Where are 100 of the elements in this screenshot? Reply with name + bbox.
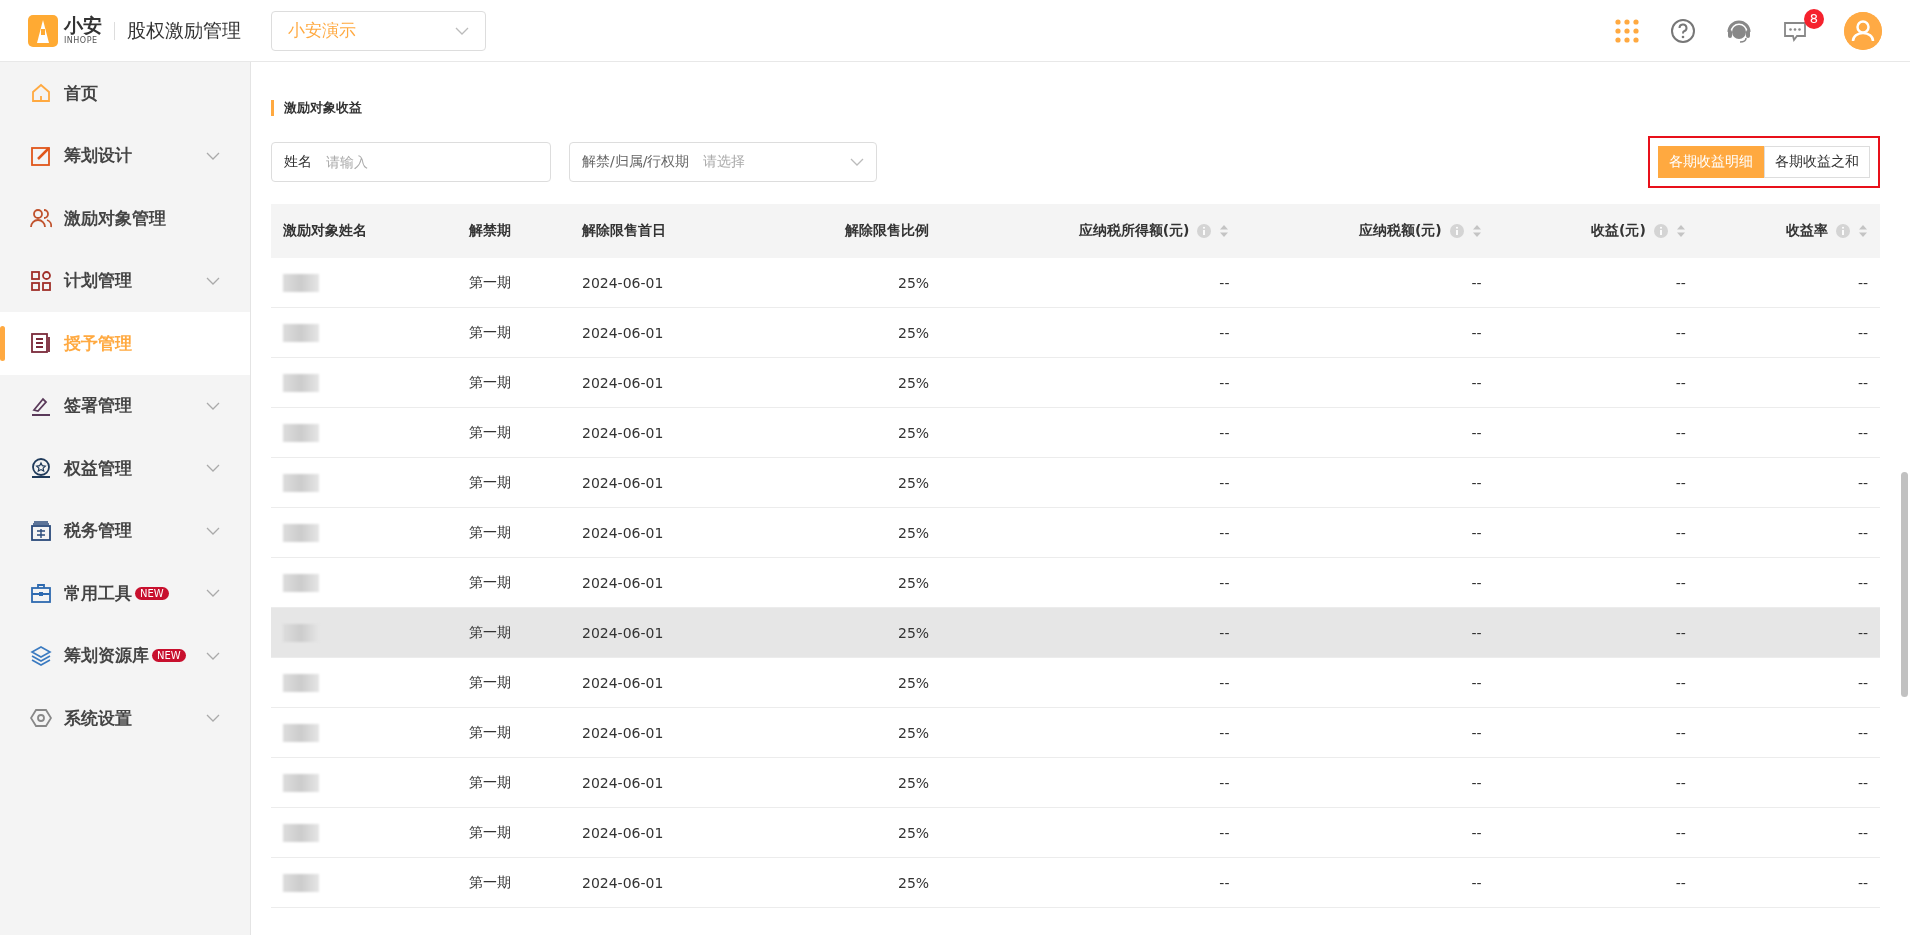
table-cell: 第一期 xyxy=(456,407,570,458)
sidebar-item[interactable]: 激励对象管理 xyxy=(0,187,250,250)
sort-icon[interactable] xyxy=(1858,224,1868,238)
table-cell: -- xyxy=(1241,457,1494,508)
table-cell: -- xyxy=(1493,757,1698,808)
table-cell: 2024-06-01 xyxy=(569,457,756,508)
column-header: 解除限售比例 xyxy=(845,222,930,240)
table-cell: 2024-06-01 xyxy=(569,307,756,358)
column-header: 解禁期 xyxy=(468,222,511,240)
table-cell: -- xyxy=(1493,857,1698,908)
logo-subtext: INHOPE xyxy=(64,37,98,45)
table-cell: -- xyxy=(1241,607,1494,658)
table-row[interactable]: 第一期 2024-06-01 25% -- -- -- -- xyxy=(271,707,1880,758)
table-row[interactable]: 第一期 2024-06-01 25% -- -- -- -- xyxy=(271,357,1880,408)
table-cell: 25% xyxy=(755,457,942,508)
table-cell: 第一期 xyxy=(456,557,570,608)
view-toggle-button[interactable]: 各期收益之和 xyxy=(1764,146,1870,178)
table-row[interactable]: 第一期 2024-06-01 25% -- -- -- -- xyxy=(271,757,1880,808)
table-cell: 25% xyxy=(755,707,942,758)
table-cell: -- xyxy=(1697,857,1880,908)
table-cell: -- xyxy=(941,407,1242,458)
table-cell: 2024-06-01 xyxy=(569,607,756,658)
toolbox-icon xyxy=(30,582,52,605)
sidebar-item[interactable]: 筹划资源库 NEW xyxy=(0,624,250,687)
table-row[interactable]: 第一期 2024-06-01 25% -- -- -- -- xyxy=(271,607,1880,658)
table-cell: -- xyxy=(1241,657,1494,708)
help-icon[interactable] xyxy=(1670,17,1696,44)
table-row[interactable]: 第一期 2024-06-01 25% -- -- -- -- xyxy=(271,307,1880,358)
redacted-name xyxy=(283,873,319,892)
table-cell: -- xyxy=(1697,807,1880,858)
table-cell: 25% xyxy=(755,258,942,308)
table-row[interactable]: 第一期 2024-06-01 25% -- -- -- -- xyxy=(271,407,1880,458)
table-cell: 2024-06-01 xyxy=(569,857,756,908)
sidebar-item[interactable]: 系统设置 xyxy=(0,687,250,750)
sidebar-item[interactable]: 首页 xyxy=(0,62,250,125)
column-header: 应纳税额(元) xyxy=(1358,222,1442,240)
name-search-field[interactable]: 姓名 请输入 xyxy=(271,142,551,182)
table-cell: -- xyxy=(1241,557,1494,608)
redacted-name xyxy=(283,423,319,442)
sort-icon[interactable] xyxy=(1219,224,1230,238)
sort-icon[interactable] xyxy=(1471,224,1482,238)
table-row[interactable]: 第一期 2024-06-01 25% -- -- -- -- xyxy=(271,557,1880,608)
apps-grid-icon[interactable] xyxy=(1614,17,1640,44)
table-row[interactable]: 第一期 2024-06-01 25% -- -- -- -- xyxy=(271,857,1880,908)
table-cell: -- xyxy=(1241,707,1494,758)
redacted-name xyxy=(283,523,319,542)
table-cell: -- xyxy=(941,557,1242,608)
medal-icon xyxy=(30,457,52,480)
table-cell: -- xyxy=(1697,457,1880,508)
logo-icon xyxy=(28,14,58,47)
tax-box-icon xyxy=(30,519,52,542)
table-row[interactable]: 第一期 2024-06-01 25% -- -- -- -- xyxy=(271,457,1880,508)
info-icon xyxy=(1653,224,1668,238)
table-cell: 2024-06-01 xyxy=(569,807,756,858)
column-header: 激励对象姓名 xyxy=(283,222,367,240)
document-icon xyxy=(30,332,52,355)
sidebar-item[interactable]: 筹划设计 xyxy=(0,124,250,187)
redacted-name xyxy=(283,373,319,392)
table-cell: -- xyxy=(1493,707,1698,758)
info-icon xyxy=(1197,224,1212,238)
sidebar-item[interactable]: 签署管理 xyxy=(0,374,250,437)
table-cell: 2024-06-01 xyxy=(569,757,756,808)
table-cell: 2024-06-01 xyxy=(569,258,756,308)
table-cell: 25% xyxy=(755,657,942,708)
table-row[interactable]: 第一期 2024-06-01 25% -- -- -- -- xyxy=(271,807,1880,858)
section-title: 激励对象收益 xyxy=(271,100,1880,116)
table-cell: 2024-06-01 xyxy=(569,357,756,408)
sidebar-item[interactable]: 计划管理 xyxy=(0,249,250,312)
table-cell: -- xyxy=(1697,657,1880,708)
sidebar-item[interactable]: 税务管理 xyxy=(0,499,250,562)
settings-icon xyxy=(30,707,52,730)
redacted-name xyxy=(283,723,319,742)
table-cell: 25% xyxy=(755,607,942,658)
table-row[interactable]: 第一期 2024-06-01 25% -- -- -- -- xyxy=(271,258,1880,308)
table-cell: -- xyxy=(941,707,1242,758)
scrollbar-thumb[interactable] xyxy=(1901,472,1908,697)
layers-icon xyxy=(30,644,52,667)
chevron-down-icon xyxy=(850,158,864,166)
table-cell: -- xyxy=(1697,757,1880,808)
table-row[interactable]: 第一期 2024-06-01 25% -- -- -- -- xyxy=(271,507,1880,558)
table-cell: -- xyxy=(941,258,1242,308)
table-row[interactable]: 第一期 2024-06-01 25% -- -- -- -- xyxy=(271,657,1880,708)
table-cell: -- xyxy=(1697,307,1880,358)
user-avatar-icon[interactable] xyxy=(1844,11,1882,50)
table-cell: 25% xyxy=(755,357,942,408)
table-cell: 2024-06-01 xyxy=(569,407,756,458)
sort-icon[interactable] xyxy=(1675,224,1686,238)
sidebar-item[interactable]: 常用工具 NEW xyxy=(0,562,250,625)
table-cell: 第一期 xyxy=(456,357,570,408)
table-cell: 第一期 xyxy=(456,657,570,708)
info-icon xyxy=(1836,224,1850,238)
field-label: 姓名 xyxy=(284,153,312,171)
table-cell: -- xyxy=(1241,807,1494,858)
period-select[interactable]: 解禁/归属/行权期 请选择 xyxy=(569,142,877,182)
table-cell: 25% xyxy=(755,507,942,558)
logo-text: 小安 xyxy=(64,16,102,35)
chevron-down-icon xyxy=(455,26,469,35)
table-cell: 第一期 xyxy=(456,258,570,308)
table-cell: -- xyxy=(1241,307,1494,358)
sidebar-item[interactable]: 权益管理 xyxy=(0,437,250,500)
